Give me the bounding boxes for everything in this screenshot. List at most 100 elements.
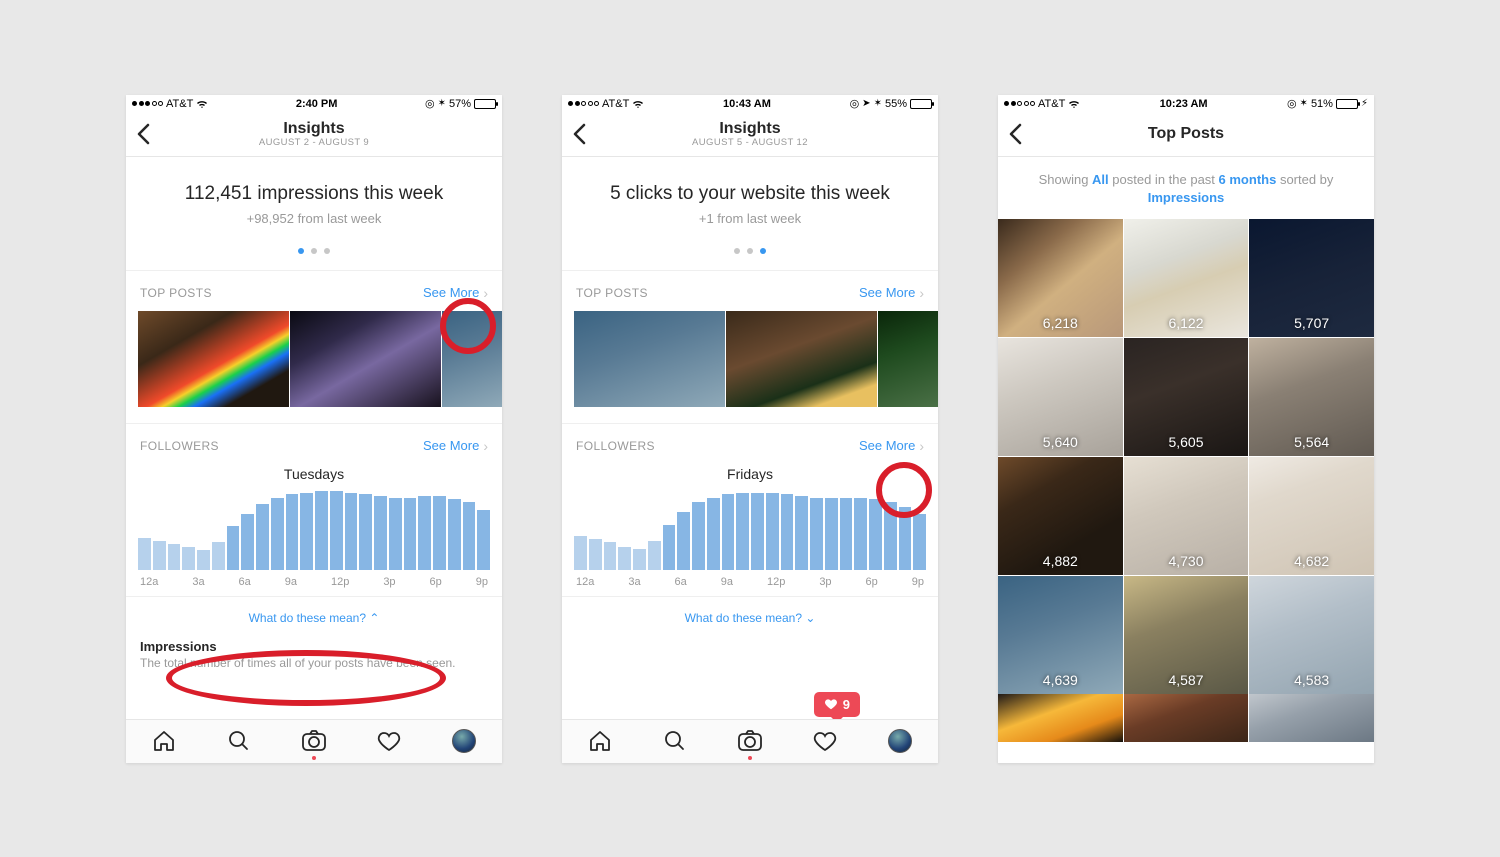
chart-bar bbox=[227, 526, 240, 570]
compass-icon: ◎ bbox=[1287, 97, 1297, 110]
chart-bar bbox=[913, 514, 926, 570]
chart-bar bbox=[618, 547, 631, 569]
chart-bar bbox=[825, 498, 838, 570]
grid-post[interactable]: 4,682 bbox=[1249, 457, 1374, 575]
x-tick: 3a bbox=[628, 576, 640, 588]
x-tick: 12a bbox=[140, 576, 158, 588]
filter-type-link[interactable]: All bbox=[1092, 172, 1109, 187]
impressions-count: 4,682 bbox=[1249, 553, 1374, 569]
battery-percent: 51% bbox=[1311, 98, 1333, 110]
grid-post[interactable]: 4,882 bbox=[998, 457, 1123, 575]
app-header: Insights AUGUST 5 - AUGUST 12 bbox=[562, 113, 938, 157]
what-do-these-mean-link[interactable]: What do these mean? ⌄ bbox=[562, 597, 938, 639]
hero-metric[interactable]: 5 clicks to your website this week +1 fr… bbox=[562, 157, 938, 271]
chart-bar bbox=[389, 498, 402, 570]
chart-bar bbox=[271, 498, 284, 570]
chart-bar bbox=[781, 494, 794, 569]
grid-post[interactable]: 5,564 bbox=[1249, 338, 1374, 456]
chart-bar bbox=[448, 499, 461, 569]
grid-post[interactable]: 5,707 bbox=[1249, 219, 1374, 337]
chart-bar bbox=[810, 498, 823, 570]
chart-bar bbox=[241, 514, 254, 570]
back-button[interactable] bbox=[1008, 122, 1024, 146]
followers-bar-chart bbox=[562, 490, 938, 570]
x-tick: 6p bbox=[866, 576, 878, 588]
grid-post[interactable]: 4,639 bbox=[998, 576, 1123, 694]
search-tab[interactable] bbox=[226, 728, 252, 754]
filter-metric-link[interactable]: Impressions bbox=[1148, 190, 1225, 205]
profile-tab[interactable] bbox=[451, 728, 477, 754]
activity-tab[interactable] bbox=[376, 728, 402, 754]
notification-bubble[interactable]: 9 bbox=[814, 692, 860, 717]
charging-icon: ⚡︎ bbox=[1361, 98, 1368, 109]
grid-post[interactable]: 4,583 bbox=[1249, 576, 1374, 694]
activity-tab[interactable] bbox=[812, 728, 838, 754]
grid-post[interactable]: 4,730 bbox=[1124, 457, 1249, 575]
grid-post[interactable] bbox=[998, 694, 1123, 742]
definition-block: Impressions The total number of times al… bbox=[126, 639, 502, 682]
top-posts-row[interactable] bbox=[562, 311, 938, 424]
filter-summary[interactable]: Showing All posted in the past 6 months … bbox=[998, 157, 1374, 219]
x-tick: 6a bbox=[239, 576, 251, 588]
chart-bar bbox=[330, 491, 343, 569]
pager-dots bbox=[138, 248, 490, 254]
grid-post[interactable] bbox=[1124, 694, 1249, 742]
status-time: 2:40 PM bbox=[296, 98, 338, 110]
x-tick: 9a bbox=[721, 576, 733, 588]
avatar bbox=[452, 729, 476, 753]
post-thumbnail[interactable] bbox=[574, 311, 725, 407]
post-thumbnail[interactable] bbox=[442, 311, 502, 407]
x-tick: 6p bbox=[430, 576, 442, 588]
compass-icon: ◎ bbox=[425, 97, 435, 110]
x-tick: 9p bbox=[912, 576, 924, 588]
post-thumbnail[interactable] bbox=[138, 311, 289, 407]
chart-bar bbox=[404, 498, 417, 570]
profile-tab[interactable] bbox=[887, 728, 913, 754]
post-thumbnail[interactable] bbox=[290, 311, 441, 407]
grid-post[interactable]: 4,587 bbox=[1124, 576, 1249, 694]
bluetooth-icon: ✶ bbox=[874, 98, 882, 109]
chart-bar bbox=[869, 499, 882, 569]
grid-post[interactable]: 6,122 bbox=[1124, 219, 1249, 337]
hero-metric[interactable]: 112,451 impressions this week +98,952 fr… bbox=[126, 157, 502, 271]
chart-bar bbox=[345, 493, 358, 570]
status-time: 10:43 AM bbox=[723, 98, 771, 110]
home-tab[interactable] bbox=[587, 728, 613, 754]
impressions-count: 5,564 bbox=[1249, 434, 1374, 450]
filter-range-link[interactable]: 6 months bbox=[1219, 172, 1277, 187]
post-thumbnail[interactable] bbox=[726, 311, 877, 407]
camera-tab[interactable] bbox=[301, 728, 327, 754]
back-button[interactable] bbox=[572, 122, 588, 146]
grid-post[interactable]: 6,218 bbox=[998, 219, 1123, 337]
grid-post[interactable]: 5,605 bbox=[1124, 338, 1249, 456]
pager-dots bbox=[574, 248, 926, 254]
chart-bar bbox=[477, 510, 490, 569]
top-posts-row[interactable] bbox=[126, 311, 502, 424]
chart-bar bbox=[899, 507, 912, 569]
bluetooth-icon: ✶ bbox=[1300, 98, 1308, 109]
what-do-these-mean-link[interactable]: What do these mean? ⌃ bbox=[126, 597, 502, 639]
back-button[interactable] bbox=[136, 122, 152, 146]
post-thumbnail[interactable] bbox=[878, 311, 938, 407]
search-tab[interactable] bbox=[662, 728, 688, 754]
section-label-top-posts: TOP POSTS bbox=[140, 286, 212, 300]
grid-post[interactable] bbox=[1249, 694, 1374, 742]
chart-bar bbox=[692, 502, 705, 569]
app-header: Top Posts bbox=[998, 113, 1374, 157]
see-more-followers[interactable]: See More› bbox=[859, 438, 924, 454]
page-title: Insights bbox=[692, 120, 808, 138]
page-title: Top Posts bbox=[1148, 125, 1224, 143]
section-label-followers: FOLLOWERS bbox=[140, 439, 219, 453]
see-more-top-posts[interactable]: See More› bbox=[859, 285, 924, 301]
home-tab[interactable] bbox=[151, 728, 177, 754]
see-more-top-posts[interactable]: See More› bbox=[423, 285, 488, 301]
chart-bar bbox=[884, 502, 897, 569]
hero-delta: +1 from last week bbox=[574, 211, 926, 226]
impressions-count: 4,730 bbox=[1124, 553, 1249, 569]
see-more-followers[interactable]: See More› bbox=[423, 438, 488, 454]
chart-bar bbox=[707, 498, 720, 570]
camera-tab[interactable] bbox=[737, 728, 763, 754]
chart-bar bbox=[840, 498, 853, 570]
top-posts-section: TOP POSTS See More› bbox=[126, 271, 502, 424]
grid-post[interactable]: 5,640 bbox=[998, 338, 1123, 456]
